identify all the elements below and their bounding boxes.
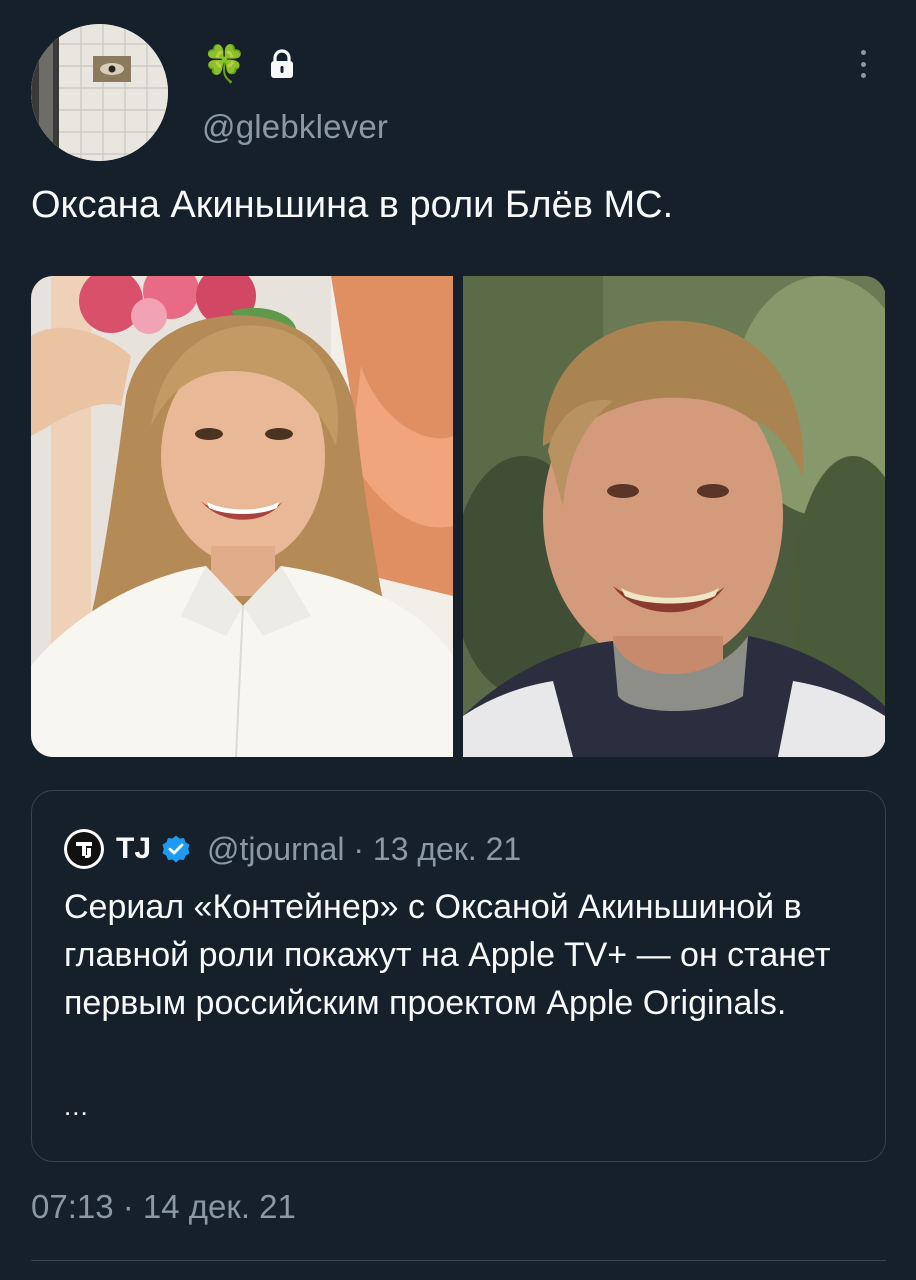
quoted-tweet-meta: @tjournal · 13 дек. 21 [207,830,522,867]
tweet-timestamp[interactable]: 07:13 · 14 дек. 21 [31,1188,296,1226]
media-grid [31,276,886,757]
author-handle[interactable]: @glebklever [202,108,388,146]
tweet-text: Оксана Акиньшина в роли Блёв МС. [31,184,674,226]
clover-emoji: 🍀 [202,43,247,84]
quoted-author-name[interactable]: TJ [116,832,151,866]
verified-icon [162,835,190,863]
quoted-tweet-text: Сериал «Контейнер» с Оксаной Акиньшиной … [64,888,831,1022]
tj-logo-icon [76,842,92,858]
lock-icon [270,49,293,78]
author-name-row[interactable]: 🍀 [202,43,295,85]
quoted-tweet-ellipsis: ... [64,1091,89,1121]
tj-avatar[interactable] [64,829,104,869]
photo-young-man-smiling[interactable] [463,276,885,757]
divider [31,1260,886,1261]
quoted-tweet[interactable]: TJ @tjournal · 13 дек. 21 Сериал «Контей… [31,790,886,1162]
tweet: 🍀 @glebklever Оксана Акиньшина в роли Бл… [0,0,916,1280]
avatar-image [31,24,168,161]
author-avatar[interactable] [31,24,168,161]
quoted-tweet-header: TJ @tjournal · 13 дек. 21 [64,829,521,869]
photo-woman-smiling[interactable] [31,276,453,757]
more-icon[interactable] [846,46,880,82]
